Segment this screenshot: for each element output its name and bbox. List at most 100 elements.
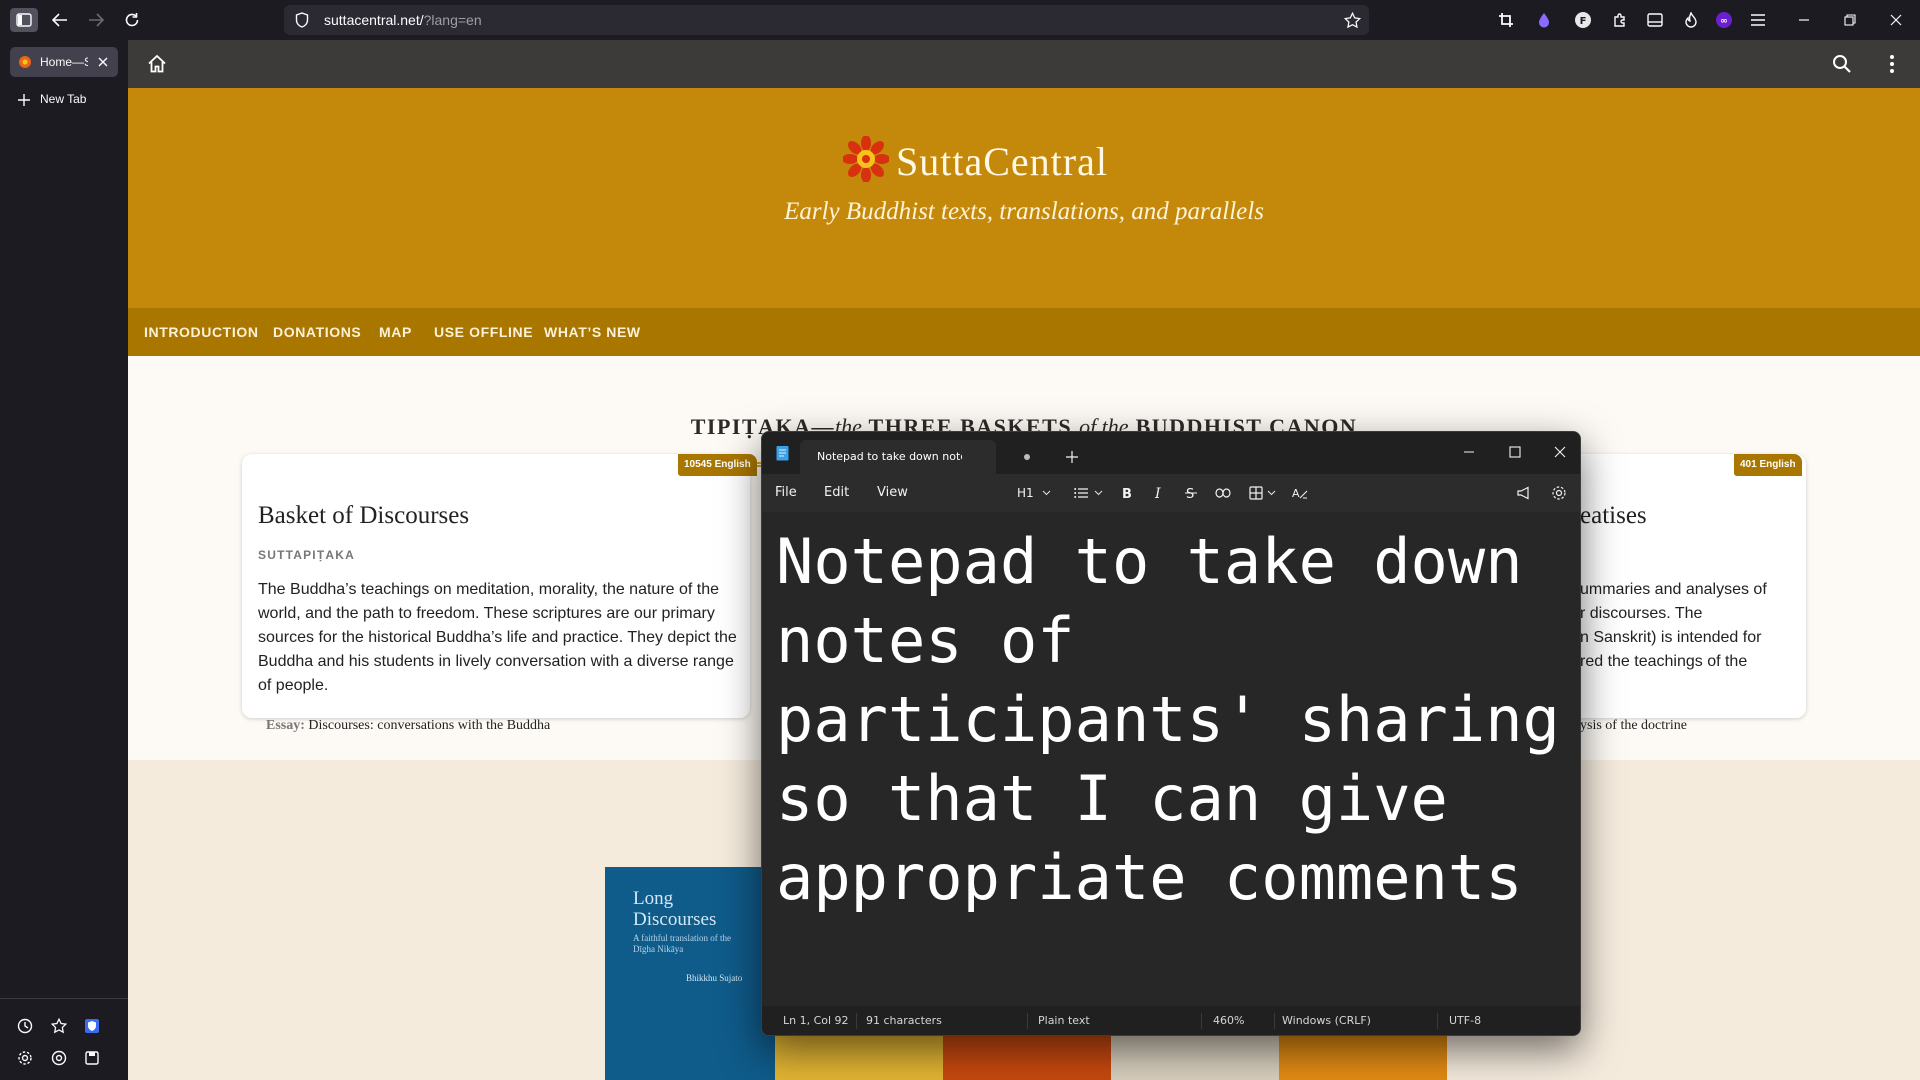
notepad-close-icon[interactable] (1548, 440, 1572, 464)
clear-formatting-icon[interactable]: A (1290, 483, 1310, 503)
vertical-tabs-sidebar (0, 40, 128, 1080)
notepad-text-area[interactable]: Notepad to take down notes of participan… (776, 522, 1566, 917)
sidebar-divider (0, 998, 128, 999)
status-separator (1201, 1013, 1202, 1029)
copilot-megaphone-icon[interactable] (1514, 483, 1534, 503)
card3-desc-line: n Sanskrit) is intended for (1580, 629, 1762, 646)
menu-view[interactable]: View (877, 474, 908, 512)
unsaved-dot-icon[interactable] (1024, 454, 1030, 460)
book-long-title: Long Discourses (633, 888, 717, 930)
more-options-icon[interactable] (1878, 50, 1906, 78)
list-icon[interactable] (1072, 484, 1090, 502)
card3-translation-count-badge: 401 English (1734, 454, 1802, 476)
url-query: ?lang=en (423, 12, 482, 28)
bookmark-star-icon[interactable] (1341, 9, 1363, 31)
status-format[interactable]: Plain text (1038, 1006, 1090, 1035)
suttacentral-flower-logo-icon[interactable] (843, 136, 889, 182)
nav-use-offline[interactable]: USE OFFLINE (434, 308, 533, 356)
essay-label: Essay: (266, 718, 305, 733)
notepad-window[interactable]: Notepad to take down notes of participan… (761, 431, 1581, 1036)
tab-close-icon[interactable] (94, 53, 112, 71)
restore-icon[interactable] (1839, 9, 1861, 31)
new-tab-button[interactable]: New Tab (40, 88, 86, 110)
svg-text:I: I (1154, 486, 1161, 500)
nav-introduction[interactable]: INTRODUCTION (144, 308, 259, 356)
bookmarks-star-icon[interactable] (48, 1015, 70, 1037)
card1-subtitle: SUTTAPIṬAKA (258, 548, 355, 562)
url-host: suttacentral.net/ (324, 12, 424, 28)
close-window-icon[interactable] (1885, 9, 1907, 31)
table-chevron-down-icon[interactable] (1264, 486, 1278, 500)
status-separator (1274, 1013, 1275, 1029)
reader-view-icon[interactable] (1644, 9, 1666, 31)
menu-file[interactable]: File (775, 474, 797, 512)
shield-icon[interactable] (292, 10, 312, 30)
notepad-settings-gear-icon[interactable] (1549, 483, 1569, 503)
book-long-author: Bhikkhu Sujato (686, 973, 743, 983)
home-icon[interactable] (143, 50, 171, 78)
extension-infinity-icon[interactable]: ∞ (1713, 9, 1735, 31)
crop-icon[interactable] (1495, 9, 1517, 31)
notepad-tab-title: Notepad to take down notes of participan… (817, 450, 962, 463)
nav-map[interactable]: MAP (379, 308, 412, 356)
italic-icon[interactable]: I (1149, 483, 1169, 503)
status-character-count: 91 characters (866, 1014, 942, 1027)
search-icon[interactable] (1828, 50, 1856, 78)
plus-icon[interactable] (16, 92, 32, 108)
status-separator (1437, 1013, 1438, 1029)
save-to-pocket-icon[interactable] (81, 1047, 103, 1069)
reload-icon[interactable] (120, 8, 144, 32)
card3-description: ummaries and analyses of r discourses. T… (1580, 578, 1920, 674)
notepad-minimize-icon[interactable] (1457, 440, 1481, 464)
card3-desc-line: r discourses. The (1580, 605, 1703, 622)
status-cursor-position[interactable]: Ln 1, Col 92 (783, 1006, 849, 1035)
status-line-ending[interactable]: Windows (CRLF) (1282, 1006, 1371, 1035)
heading-dropdown[interactable]: H1 (1017, 474, 1034, 512)
card3-desc-line: red the teachings of the (1580, 653, 1748, 670)
card3-essay-link[interactable]: ysis of the doctrine (1580, 718, 1687, 734)
settings-gear-icon[interactable] (14, 1047, 36, 1069)
ai-chat-icon[interactable] (48, 1047, 70, 1069)
extensions-puzzle-icon[interactable] (1609, 9, 1631, 31)
status-separator (856, 1013, 857, 1029)
bitwarden-icon[interactable] (81, 1015, 103, 1037)
notepad-app-icon (774, 444, 790, 462)
extension-f-icon[interactable]: F (1572, 9, 1594, 31)
svg-text:A: A (1292, 487, 1300, 500)
site-tagline: Early Buddhist texts, translations, and … (784, 198, 1264, 225)
forward-icon[interactable] (84, 8, 108, 32)
back-icon[interactable] (48, 8, 72, 32)
tab-home-label: Home—SuttaCentral (40, 55, 88, 69)
card3-title[interactable]: eatises (1580, 502, 1647, 530)
svg-text:F: F (1580, 16, 1587, 27)
svg-text:B: B (1122, 487, 1132, 500)
menu-edit[interactable]: Edit (824, 474, 849, 512)
notepad-maximize-icon[interactable] (1503, 440, 1527, 464)
sidebar-toggle-icon[interactable] (10, 8, 38, 32)
history-icon[interactable] (14, 1015, 36, 1037)
link-icon[interactable] (1213, 483, 1233, 503)
minimize-icon[interactable] (1793, 9, 1815, 31)
card1-title[interactable]: Basket of Discourses (258, 502, 469, 530)
status-zoom[interactable]: 460% (1213, 1006, 1244, 1035)
menu-hamburger-icon[interactable] (1747, 9, 1769, 31)
card3-desc-line: ummaries and analyses of (1580, 581, 1767, 598)
svg-text:∞: ∞ (1720, 17, 1728, 27)
extension-drop-icon[interactable] (1533, 9, 1555, 31)
strikethrough-icon[interactable]: S (1181, 483, 1201, 503)
desktop: suttacentral.net/?lang=en F ∞ Home—Sutta… (0, 0, 1920, 1080)
chevron-down-icon[interactable] (1039, 486, 1053, 500)
list-chevron-down-icon[interactable] (1091, 486, 1105, 500)
card1-essay-link[interactable]: Essay: Discourses: conversations with th… (266, 718, 550, 734)
new-tab-plus-icon[interactable] (1062, 447, 1082, 467)
status-separator (1027, 1013, 1028, 1029)
nav-whats-new[interactable]: WHAT’S NEW (544, 308, 641, 356)
table-icon[interactable] (1246, 483, 1266, 503)
status-encoding[interactable]: UTF-8 (1449, 1006, 1481, 1035)
site-header (128, 40, 1920, 88)
nav-donations[interactable]: DONATIONS (273, 308, 361, 356)
flame-icon[interactable] (1680, 9, 1702, 31)
bold-icon[interactable]: B (1117, 483, 1137, 503)
heading-level-label: H1 (1017, 486, 1034, 500)
url-text[interactable]: suttacentral.net/?lang=en (324, 0, 482, 40)
